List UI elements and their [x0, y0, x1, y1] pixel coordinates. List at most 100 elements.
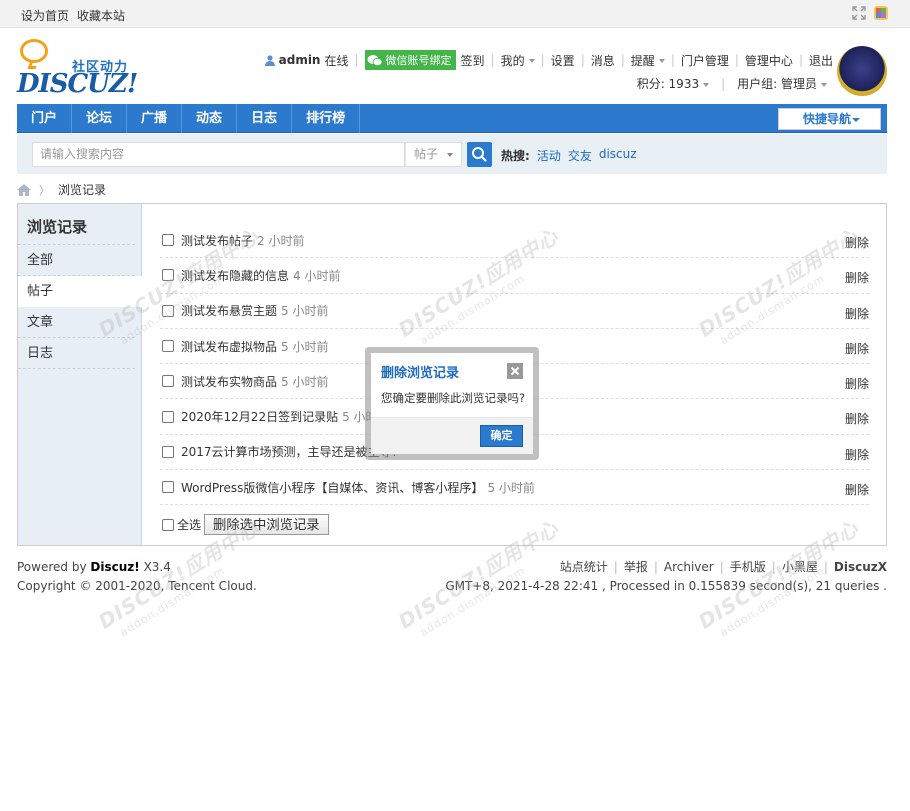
search-type-value: 帖子: [414, 147, 439, 161]
hot-search-label: 热搜:: [501, 149, 530, 163]
record-title[interactable]: 测试发布隐藏的信息: [181, 267, 289, 284]
admin-center-link[interactable]: 管理中心: [745, 52, 793, 69]
row-checkbox[interactable]: [162, 304, 174, 317]
logout-link[interactable]: 退出: [809, 52, 833, 69]
delete-record-link[interactable]: 删除: [845, 481, 869, 498]
delete-record-link[interactable]: 删除: [845, 410, 869, 427]
dialog-box: 删除浏览记录 您确定要删除此浏览记录吗? 确定: [371, 353, 533, 454]
search-type-select[interactable]: 帖子: [405, 142, 462, 167]
wechat-icon: [367, 54, 383, 67]
hot-keyword[interactable]: discuz: [599, 147, 637, 164]
portal-admin-link[interactable]: 门户管理: [681, 52, 729, 69]
site-logo[interactable]: 社区动力 DISCUZ!: [17, 37, 138, 99]
search-icon: [472, 147, 487, 162]
fullscreen-icon[interactable]: [852, 6, 866, 20]
points-menu[interactable]: 积分: 1933: [637, 75, 710, 92]
settings-link[interactable]: 设置: [551, 52, 575, 69]
select-all-checkbox[interactable]: [162, 518, 174, 531]
search-button[interactable]: [467, 142, 492, 167]
dialog-footer: 确定: [371, 417, 533, 454]
checkin-link[interactable]: 签到: [461, 52, 485, 69]
chevron-down-icon: [447, 153, 453, 157]
nav-item-forum[interactable]: 论坛: [72, 104, 128, 133]
powered-brand-link[interactable]: Discuz!: [90, 560, 139, 574]
messages-link[interactable]: 消息: [591, 52, 615, 69]
record-title[interactable]: WordPress版微信小程序【自媒体、资讯、博客小程序】: [181, 479, 483, 496]
usergroup-menu[interactable]: 用户组: 管理员: [737, 75, 827, 92]
search-input[interactable]: 请输入搜索内容: [32, 142, 405, 167]
caret-down-icon: [852, 118, 860, 122]
footer-link-blacklist[interactable]: 小黑屋: [782, 558, 818, 577]
row-checkbox[interactable]: [162, 410, 174, 423]
sidebar-item-articles[interactable]: 文章: [18, 307, 135, 338]
sidebar-item-threads[interactable]: 帖子: [18, 276, 142, 307]
record-title[interactable]: 测试发布帖子: [181, 232, 253, 249]
record-time: 5 小时前: [281, 374, 329, 389]
divider: |: [354, 53, 359, 67]
my-menu-link[interactable]: 我的: [501, 52, 535, 69]
history-row: 测试发布悬赏主题 5 小时前 删除: [160, 294, 869, 329]
record-title[interactable]: 2020年12月22日签到记录贴: [181, 408, 338, 425]
hot-search: 热搜: 活动 交友 discuz: [501, 147, 637, 164]
footer-link-report[interactable]: 举报: [624, 558, 648, 577]
close-icon[interactable]: [507, 363, 523, 379]
footer-brand-link[interactable]: DiscuzX: [834, 558, 887, 577]
nav-item-feed[interactable]: 动态: [182, 104, 238, 133]
divider: |: [721, 76, 726, 91]
bookmark-site-link[interactable]: 收藏本站: [77, 7, 125, 24]
record-time: 2 小时前: [257, 233, 305, 248]
row-checkbox[interactable]: [162, 269, 174, 282]
sidebar-item-all[interactable]: 全部: [18, 245, 135, 276]
delete-selected-button[interactable]: 删除选中浏览记录: [204, 514, 329, 535]
nav-item-portal[interactable]: 门户: [17, 104, 73, 133]
chevron-down-icon: [703, 82, 710, 87]
set-homepage-link[interactable]: 设为首页: [21, 7, 69, 24]
history-row: 测试发布隐藏的信息 4 小时前 删除: [160, 258, 869, 294]
quick-nav-button[interactable]: 快捷导航: [778, 108, 881, 130]
nav-items: 门户 论坛 广播 动态 日志 排行榜: [17, 104, 887, 133]
delete-record-link[interactable]: 删除: [845, 234, 869, 251]
avatar[interactable]: [837, 46, 887, 96]
color-theme-icon[interactable]: [874, 6, 888, 20]
delete-record-link[interactable]: 删除: [845, 305, 869, 322]
footer-link-mobile[interactable]: 手机版: [730, 558, 766, 577]
record-title[interactable]: 测试发布实物商品: [181, 373, 277, 390]
delete-record-link[interactable]: 删除: [845, 446, 869, 463]
confirm-button[interactable]: 确定: [480, 425, 523, 447]
top-utility-bar: 设为首页 收藏本站: [0, 0, 910, 28]
bulk-actions: 全选 删除选中浏览记录: [162, 514, 329, 535]
footer-links: 站点统计 | 举报 | Archiver | 手机版 | 小黑屋 | Discu…: [445, 558, 887, 577]
top-icons: [852, 6, 888, 20]
row-checkbox[interactable]: [162, 445, 174, 458]
select-all-label[interactable]: 全选: [177, 516, 201, 533]
sidebar-title: 浏览记录: [18, 204, 135, 245]
nav-item-ranking[interactable]: 排行榜: [292, 104, 361, 133]
delete-record-link[interactable]: 删除: [845, 269, 869, 286]
record-title[interactable]: 测试发布悬赏主题: [181, 302, 277, 319]
row-checkbox[interactable]: [162, 375, 174, 388]
nav-item-blog[interactable]: 日志: [237, 104, 293, 133]
delete-record-link[interactable]: 删除: [845, 340, 869, 357]
record-title[interactable]: 测试发布虚拟物品: [181, 338, 277, 355]
sidebar-item-blogs[interactable]: 日志: [18, 338, 135, 369]
footer-link-stats[interactable]: 站点统计: [560, 558, 608, 577]
search-bar: 请输入搜索内容 帖子 热搜: 活动 交友 discuz: [17, 134, 887, 174]
delete-record-link[interactable]: 删除: [845, 375, 869, 392]
record-time: 5 小时前: [281, 304, 329, 319]
reminders-link[interactable]: 提醒: [631, 52, 665, 69]
nav-item-broadcast[interactable]: 广播: [127, 104, 183, 133]
record-time: 5 小时前: [281, 339, 329, 354]
main-nav: 门户 论坛 广播 动态 日志 排行榜 快捷导航: [17, 104, 887, 133]
hot-keyword[interactable]: 活动: [537, 147, 561, 164]
hot-keyword[interactable]: 交友: [568, 147, 592, 164]
username-link[interactable]: admin: [279, 53, 321, 67]
reminders-label: 提醒: [630, 53, 655, 68]
divider: |: [823, 560, 828, 574]
footer-link-archiver[interactable]: Archiver: [664, 558, 714, 577]
home-icon[interactable]: [17, 183, 31, 196]
chevron-down-icon: [528, 59, 535, 63]
row-checkbox[interactable]: [162, 234, 174, 247]
row-checkbox[interactable]: [162, 340, 174, 353]
wechat-bind-button[interactable]: 微信账号绑定: [364, 50, 456, 70]
row-checkbox[interactable]: [162, 481, 174, 494]
